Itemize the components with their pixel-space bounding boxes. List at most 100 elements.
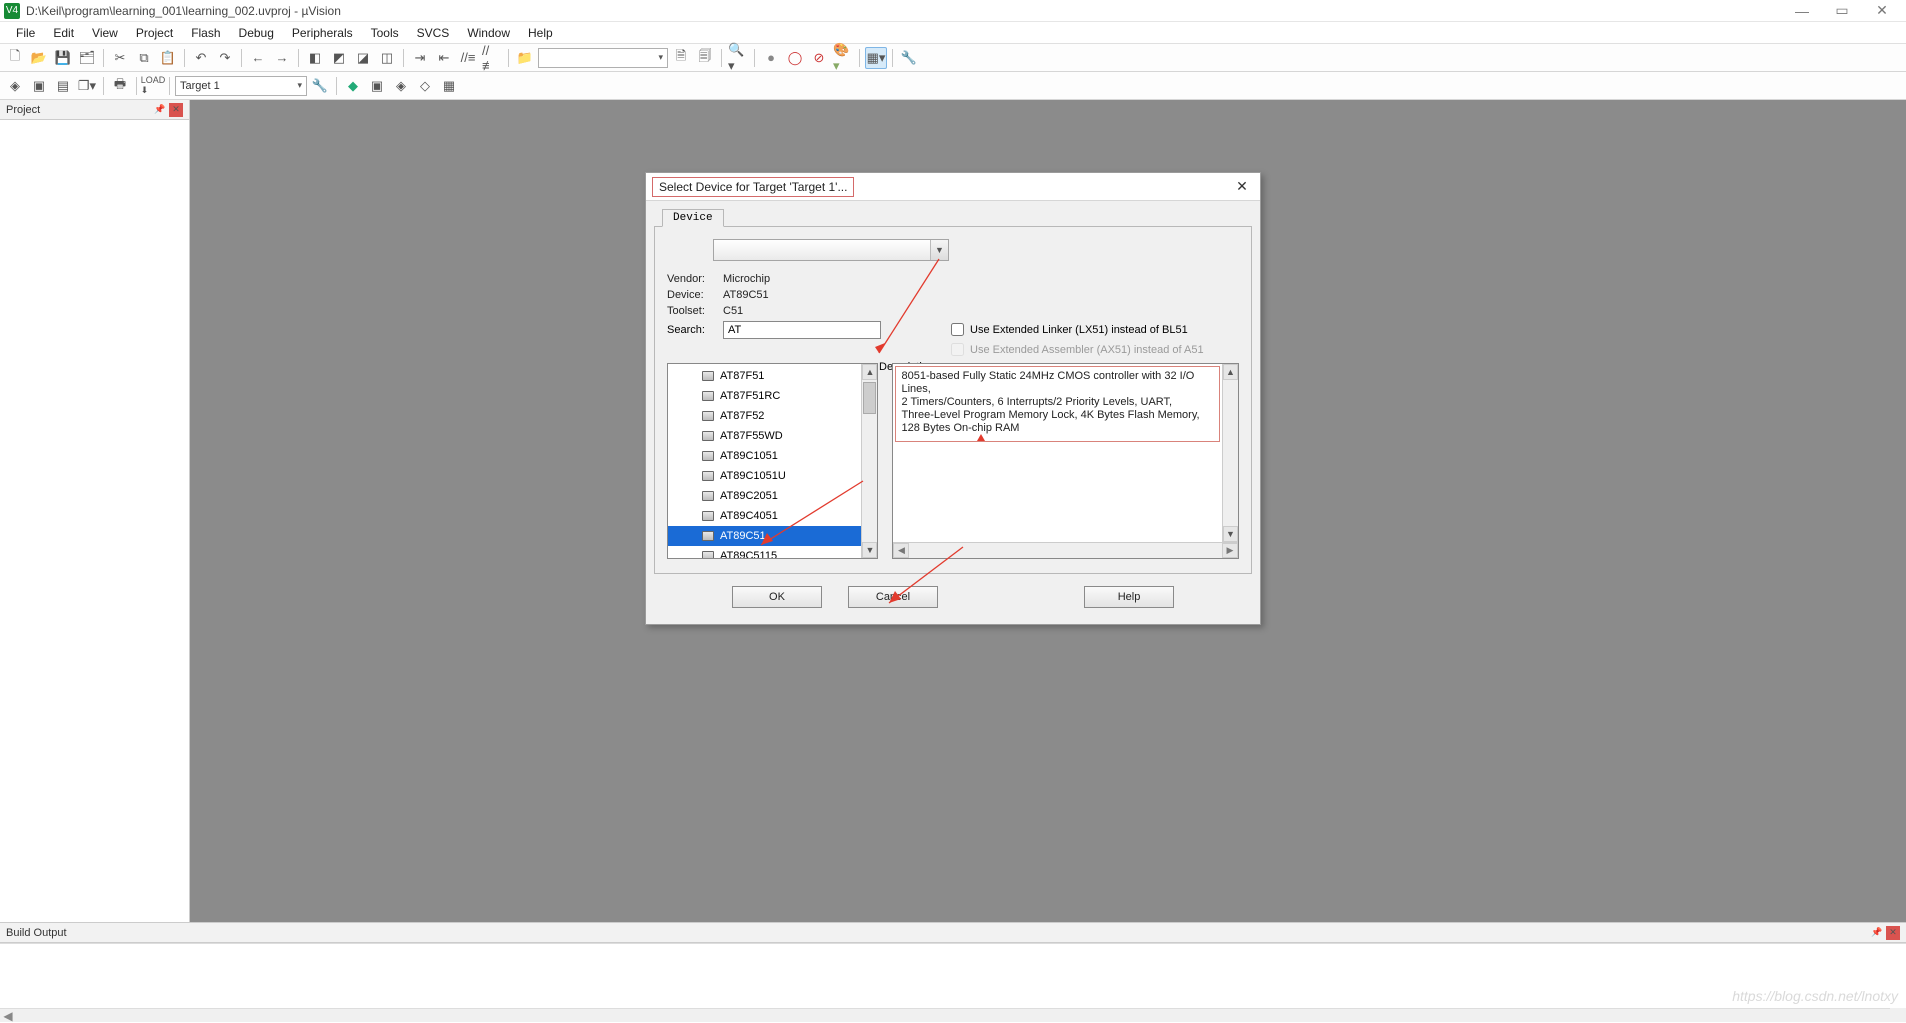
books-icon[interactable]: ▦ xyxy=(438,75,460,97)
device-list-scrollbar[interactable]: ▲ ▼ xyxy=(861,364,877,558)
minimize-button[interactable]: — xyxy=(1782,0,1822,22)
translate-icon[interactable]: ◈ xyxy=(4,75,26,97)
breakpoint-kill-icon[interactable]: 🎨▾ xyxy=(832,47,854,69)
menu-view[interactable]: View xyxy=(84,24,126,42)
description-hscroll[interactable]: ◀ ▶ xyxy=(893,542,1238,558)
find-in-files-icon[interactable]: 📁 xyxy=(514,47,536,69)
menu-svcs[interactable]: SVCS xyxy=(409,24,458,42)
open-file-icon[interactable]: 📂 xyxy=(28,47,50,69)
description-vscroll[interactable]: ▲ ▼ xyxy=(1222,364,1238,542)
menu-file[interactable]: File xyxy=(8,24,43,42)
find-combo[interactable]: ▾ xyxy=(538,48,668,68)
stop-build-icon[interactable]: 🖶 xyxy=(109,75,131,97)
menu-tools[interactable]: Tools xyxy=(363,24,407,42)
separator xyxy=(859,49,860,67)
download-icon[interactable]: LOAD⬇ xyxy=(142,75,164,97)
pack-installer-icon[interactable]: ◇ xyxy=(414,75,436,97)
cpu-database-dropdown[interactable]: ▼ xyxy=(713,239,949,261)
build-icon[interactable]: ▣ xyxy=(28,75,50,97)
menu-window[interactable]: Window xyxy=(459,24,518,42)
redo-icon[interactable]: ↷ xyxy=(214,47,236,69)
debug-icon[interactable]: 🔍▾ xyxy=(727,47,749,69)
nav-back-icon[interactable]: ← xyxy=(247,47,269,69)
scroll-up-icon[interactable]: ▲ xyxy=(1223,364,1238,380)
bookmark-toggle-icon[interactable]: ◧ xyxy=(304,47,326,69)
outdent-icon[interactable]: ⇤ xyxy=(433,47,455,69)
undo-icon[interactable]: ↶ xyxy=(190,47,212,69)
bookmark-clear-icon[interactable]: ◫ xyxy=(376,47,398,69)
menu-debug[interactable]: Debug xyxy=(231,24,282,42)
copy-icon[interactable]: ⧉ xyxy=(133,47,155,69)
maximize-button[interactable]: ▭ xyxy=(1822,0,1862,22)
uncomment-icon[interactable]: //≢ xyxy=(481,47,503,69)
panel-close-icon[interactable]: ✕ xyxy=(1886,926,1900,940)
device-list: AT87F51AT87F51RCAT87F52AT87F55WDAT89C105… xyxy=(667,363,878,559)
device-list-item[interactable]: AT87F51RC xyxy=(668,386,861,406)
bookmark-prev-icon[interactable]: ◩ xyxy=(328,47,350,69)
extended-linker-checkbox[interactable] xyxy=(951,323,964,336)
device-list-item[interactable]: AT89C5115 xyxy=(668,546,861,558)
menu-peripherals[interactable]: Peripherals xyxy=(284,24,361,42)
menu-flash[interactable]: Flash xyxy=(183,24,228,42)
tab-device[interactable]: Device xyxy=(662,209,724,227)
panel-close-icon[interactable]: ✕ xyxy=(169,103,183,117)
scroll-right-icon[interactable]: ▶ xyxy=(1222,543,1238,558)
menu-project[interactable]: Project xyxy=(128,24,181,42)
new-file-icon[interactable]: 🗋 xyxy=(4,47,26,69)
configure-icon[interactable]: 🔧 xyxy=(898,47,920,69)
device-list-item[interactable]: AT89C2051 xyxy=(668,486,861,506)
close-button[interactable]: ✕ xyxy=(1862,0,1902,22)
scroll-down-icon[interactable]: ▼ xyxy=(1223,526,1238,542)
separator xyxy=(103,49,104,67)
window-layout-icon[interactable]: ▦▾ xyxy=(865,47,887,69)
device-item-label: AT89C5115 xyxy=(720,550,777,558)
dialog-close-icon[interactable]: ✕ xyxy=(1230,177,1254,197)
find-icon[interactable]: 🗎 xyxy=(670,47,692,69)
scroll-down-icon[interactable]: ▼ xyxy=(862,542,877,558)
pin-icon[interactable]: 📌 xyxy=(153,103,167,117)
device-list-item[interactable]: AT89C51 xyxy=(668,526,861,546)
cut-icon[interactable]: ✂ xyxy=(109,47,131,69)
nav-forward-icon[interactable]: → xyxy=(271,47,293,69)
device-list-item[interactable]: AT89C1051U xyxy=(668,466,861,486)
scroll-left-icon[interactable]: ◀ xyxy=(0,1009,16,1022)
device-list-item[interactable]: AT87F51 xyxy=(668,366,861,386)
target-options-icon[interactable]: 🔧 xyxy=(309,75,331,97)
scroll-left-icon[interactable]: ◀ xyxy=(893,543,909,558)
cancel-button[interactable]: Cancel xyxy=(848,586,938,608)
watermark-text: https://blog.csdn.net/lnotxy xyxy=(1732,988,1898,1004)
menu-help[interactable]: Help xyxy=(520,24,561,42)
batch-build-icon[interactable]: ❐▾ xyxy=(76,75,98,97)
chip-icon xyxy=(702,371,714,381)
save-all-icon[interactable]: 🗂 xyxy=(76,47,98,69)
device-list-item[interactable]: AT87F55WD xyxy=(668,426,861,446)
target-selector[interactable]: Target 1 ▾ xyxy=(175,76,307,96)
build-output-hscroll[interactable]: ◀ ▶ xyxy=(0,1008,1906,1022)
save-icon[interactable]: 💾 xyxy=(52,47,74,69)
help-button[interactable]: Help xyxy=(1084,586,1174,608)
device-list-item[interactable]: AT89C1051 xyxy=(668,446,861,466)
scroll-up-icon[interactable]: ▲ xyxy=(862,364,877,380)
chip-icon xyxy=(702,511,714,521)
breakpoint-enable-icon[interactable]: ◯ xyxy=(784,47,806,69)
manage-rte-icon[interactable]: ◆ xyxy=(342,75,364,97)
device-list-item[interactable]: AT87F52 xyxy=(668,406,861,426)
pin-icon[interactable]: 📌 xyxy=(1870,926,1884,940)
separator xyxy=(336,77,337,95)
incremental-find-icon[interactable]: 🗐 xyxy=(694,47,716,69)
menu-edit[interactable]: Edit xyxy=(45,24,82,42)
breakpoint-insert-icon[interactable]: ● xyxy=(760,47,782,69)
select-packs-icon[interactable]: ◈ xyxy=(390,75,412,97)
indent-icon[interactable]: ⇥ xyxy=(409,47,431,69)
bookmark-next-icon[interactable]: ◪ xyxy=(352,47,374,69)
paste-icon[interactable]: 📋 xyxy=(157,47,179,69)
comment-icon[interactable]: //≡ xyxy=(457,47,479,69)
manage-components-icon[interactable]: ▣ xyxy=(366,75,388,97)
dialog-titlebar[interactable]: Select Device for Target 'Target 1'... ✕ xyxy=(646,173,1260,201)
ok-button[interactable]: OK xyxy=(732,586,822,608)
device-list-item[interactable]: AT89C4051 xyxy=(668,506,861,526)
breakpoint-disable-icon[interactable]: ⊘ xyxy=(808,47,830,69)
rebuild-icon[interactable]: ▤ xyxy=(52,75,74,97)
search-input[interactable] xyxy=(723,321,881,339)
chip-icon xyxy=(702,491,714,501)
